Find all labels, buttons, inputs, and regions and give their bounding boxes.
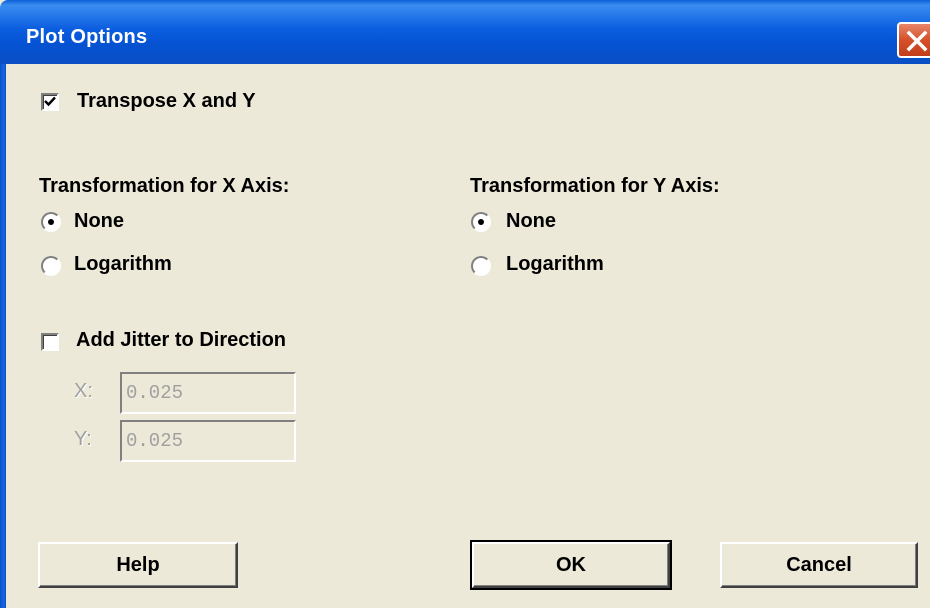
jitter-y-label: Y: (74, 428, 92, 450)
cancel-button[interactable]: Cancel (720, 542, 918, 588)
close-button[interactable] (897, 22, 930, 58)
ok-button[interactable]: OK (470, 540, 672, 590)
jitter-x-label: X: (74, 380, 93, 402)
y-axis-logarithm-radio[interactable] (471, 256, 491, 276)
y-axis-none-label[interactable]: None (506, 210, 556, 233)
title-bar[interactable]: Plot Options (0, 0, 930, 64)
transpose-label[interactable]: Transpose X and Y (77, 90, 256, 113)
window-title: Plot Options (26, 26, 148, 48)
x-axis-none-label[interactable]: None (74, 210, 124, 233)
jitter-y-input[interactable]: 0.025 (120, 420, 296, 462)
y-axis-logarithm-label[interactable]: Logarithm (506, 253, 604, 276)
radio-selected-dot (478, 219, 484, 225)
x-axis-logarithm-radio[interactable] (41, 256, 61, 276)
x-axis-none-radio[interactable] (41, 212, 61, 232)
radio-selected-dot (48, 219, 54, 225)
x-axis-logarithm-label[interactable]: Logarithm (74, 253, 172, 276)
y-axis-heading: Transformation for Y Axis: (470, 175, 720, 197)
add-jitter-label[interactable]: Add Jitter to Direction (76, 329, 286, 352)
help-button[interactable]: Help (38, 542, 238, 588)
window-frame-left (0, 64, 6, 608)
jitter-x-input[interactable]: 0.025 (120, 372, 296, 414)
transpose-checkbox[interactable] (41, 93, 59, 111)
x-axis-heading: Transformation for X Axis: (39, 175, 290, 197)
y-axis-none-radio[interactable] (471, 212, 491, 232)
add-jitter-checkbox[interactable] (41, 333, 59, 351)
plot-options-dialog: Plot Options Transpose X and Y Transform… (0, 0, 930, 608)
